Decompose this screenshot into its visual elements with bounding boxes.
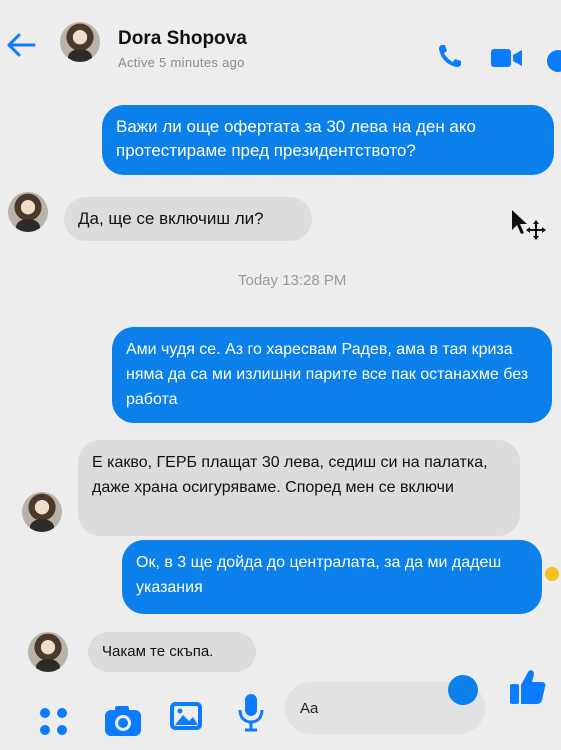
read-receipt-avatar	[545, 567, 559, 581]
microphone-icon[interactable]	[237, 692, 265, 732]
message-timestamp: Today 13:28 PM	[238, 272, 347, 289]
message-bubble-outgoing: Ами чудя се. Аз го харесвам Радев, ама в…	[112, 327, 552, 423]
emoji-icon[interactable]	[448, 675, 478, 705]
contact-avatar-small	[8, 192, 48, 232]
contact-avatar[interactable]	[60, 22, 100, 62]
contact-name[interactable]: Dora Shopova	[118, 28, 247, 50]
video-call-icon[interactable]	[490, 46, 524, 70]
message-bubble-incoming: Чакам те скъпа.	[88, 632, 256, 672]
more-actions-icon[interactable]	[38, 706, 70, 738]
message-input-placeholder: Aa	[300, 700, 319, 717]
message-bubble-outgoing: Ок, в 3 ще дойда до централата, за да ми…	[122, 540, 542, 614]
back-arrow-icon[interactable]	[4, 28, 38, 62]
active-status: Active 5 minutes ago	[118, 55, 245, 70]
move-cursor-icon	[512, 210, 546, 240]
contact-avatar-small	[22, 492, 62, 532]
camera-icon[interactable]	[103, 704, 143, 738]
contact-avatar-small	[28, 632, 68, 672]
message-bubble-incoming: Е какво, ГЕРБ плащат 30 лева, седиш си н…	[78, 440, 520, 536]
chat-screen: Dora Shopova Active 5 minutes ago Важи л…	[0, 0, 561, 750]
thumbs-up-icon[interactable]	[508, 668, 548, 706]
info-icon[interactable]	[547, 50, 561, 72]
message-bubble-outgoing: Важи ли още офертата за 30 лева на ден а…	[102, 105, 554, 175]
gallery-icon[interactable]	[168, 700, 204, 732]
message-bubble-incoming: Да, ще се включиш ли?	[64, 197, 312, 241]
phone-icon[interactable]	[436, 42, 464, 70]
